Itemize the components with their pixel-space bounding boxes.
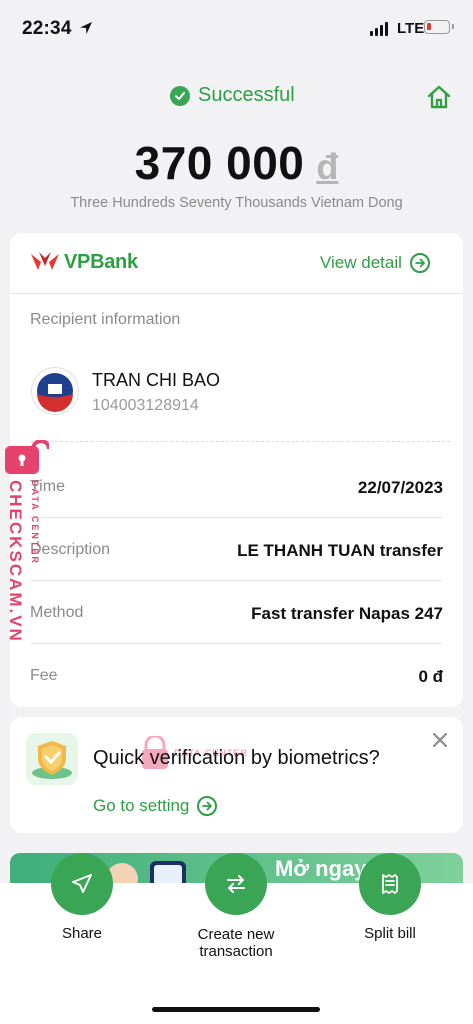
share-button-circle xyxy=(51,853,113,915)
go-to-setting-label: Go to setting xyxy=(93,796,190,815)
detail-label-fee: Fee xyxy=(30,667,58,684)
vpbank-logo: VPBank xyxy=(30,250,138,274)
share-label: Share xyxy=(61,925,103,942)
amount: 370 000 đ xyxy=(0,136,473,190)
signal-icon xyxy=(370,22,388,36)
status-time: 22:34 xyxy=(22,18,72,39)
watermark-sub: DATA CENTER xyxy=(30,480,40,565)
home-indicator[interactable] xyxy=(152,1007,320,1012)
detail-label-description: Description xyxy=(30,541,111,558)
amount-value: 370 000 xyxy=(134,137,305,189)
send-icon xyxy=(72,874,92,893)
amount-words: Three Hundreds Seventy Thousands Vietnam… xyxy=(70,195,403,211)
recipient-account: 104003128914 xyxy=(92,397,199,414)
promo-banner-text: Mở ngay xyxy=(275,856,367,881)
network-type: LTE xyxy=(397,20,425,37)
detail-value-description: LE THANH TUAN transfer xyxy=(237,541,443,560)
home-icon[interactable] xyxy=(426,84,452,110)
share-button[interactable] xyxy=(51,853,113,915)
recipient-section-label: Recipient information xyxy=(30,311,181,328)
create-transaction-circle xyxy=(205,853,267,915)
vpbank-text-bank: Bank xyxy=(90,250,138,273)
biometric-title: Quick verification by biometrics? xyxy=(93,747,380,769)
amount-currency: đ xyxy=(316,146,339,187)
check-circle-icon xyxy=(170,85,190,106)
arrow-right-circle-icon xyxy=(197,796,218,816)
battery-icon xyxy=(424,20,454,34)
bill-split-icon xyxy=(382,874,398,894)
detail-value-fee: 0 đ xyxy=(418,667,443,686)
detail-label-method: Method xyxy=(30,604,84,621)
swap-arrows-icon xyxy=(227,875,245,893)
vpbank-mark-icon xyxy=(31,252,59,270)
status-text: Successful xyxy=(198,84,295,106)
go-to-setting-link[interactable]: Go to setting xyxy=(93,796,218,816)
divider xyxy=(10,293,463,294)
watermark-lock-icon xyxy=(5,440,49,474)
create-transaction-label: Create new transaction xyxy=(197,926,275,960)
vpbank-text-vp: VP xyxy=(64,250,91,273)
split-bill-circle xyxy=(359,853,421,915)
split-bill-label: Split bill xyxy=(364,925,416,942)
detail-value-time: 22/07/2023 xyxy=(357,478,443,497)
status-success: Successful xyxy=(170,84,295,107)
recipient-name: TRAN CHI BAO xyxy=(92,370,221,390)
shield-check-icon xyxy=(26,733,78,785)
create-transaction-button[interactable] xyxy=(205,853,267,915)
transaction-card xyxy=(10,233,463,707)
bank-avatar xyxy=(31,367,79,415)
location-arrow-icon xyxy=(80,22,92,34)
divider xyxy=(30,517,443,518)
dashed-divider xyxy=(30,441,450,442)
detail-value-method: Fast transfer Napas 247 xyxy=(251,604,443,623)
close-icon[interactable] xyxy=(430,730,450,750)
arrow-right-circle-icon xyxy=(409,253,430,273)
watermark-brand: CHECKSCAM.VN xyxy=(6,480,25,643)
divider xyxy=(30,580,443,581)
view-detail-link[interactable]: View detail xyxy=(320,253,430,273)
view-detail-label: View detail xyxy=(320,253,402,272)
split-bill-button[interactable] xyxy=(359,853,421,915)
divider xyxy=(30,643,443,644)
